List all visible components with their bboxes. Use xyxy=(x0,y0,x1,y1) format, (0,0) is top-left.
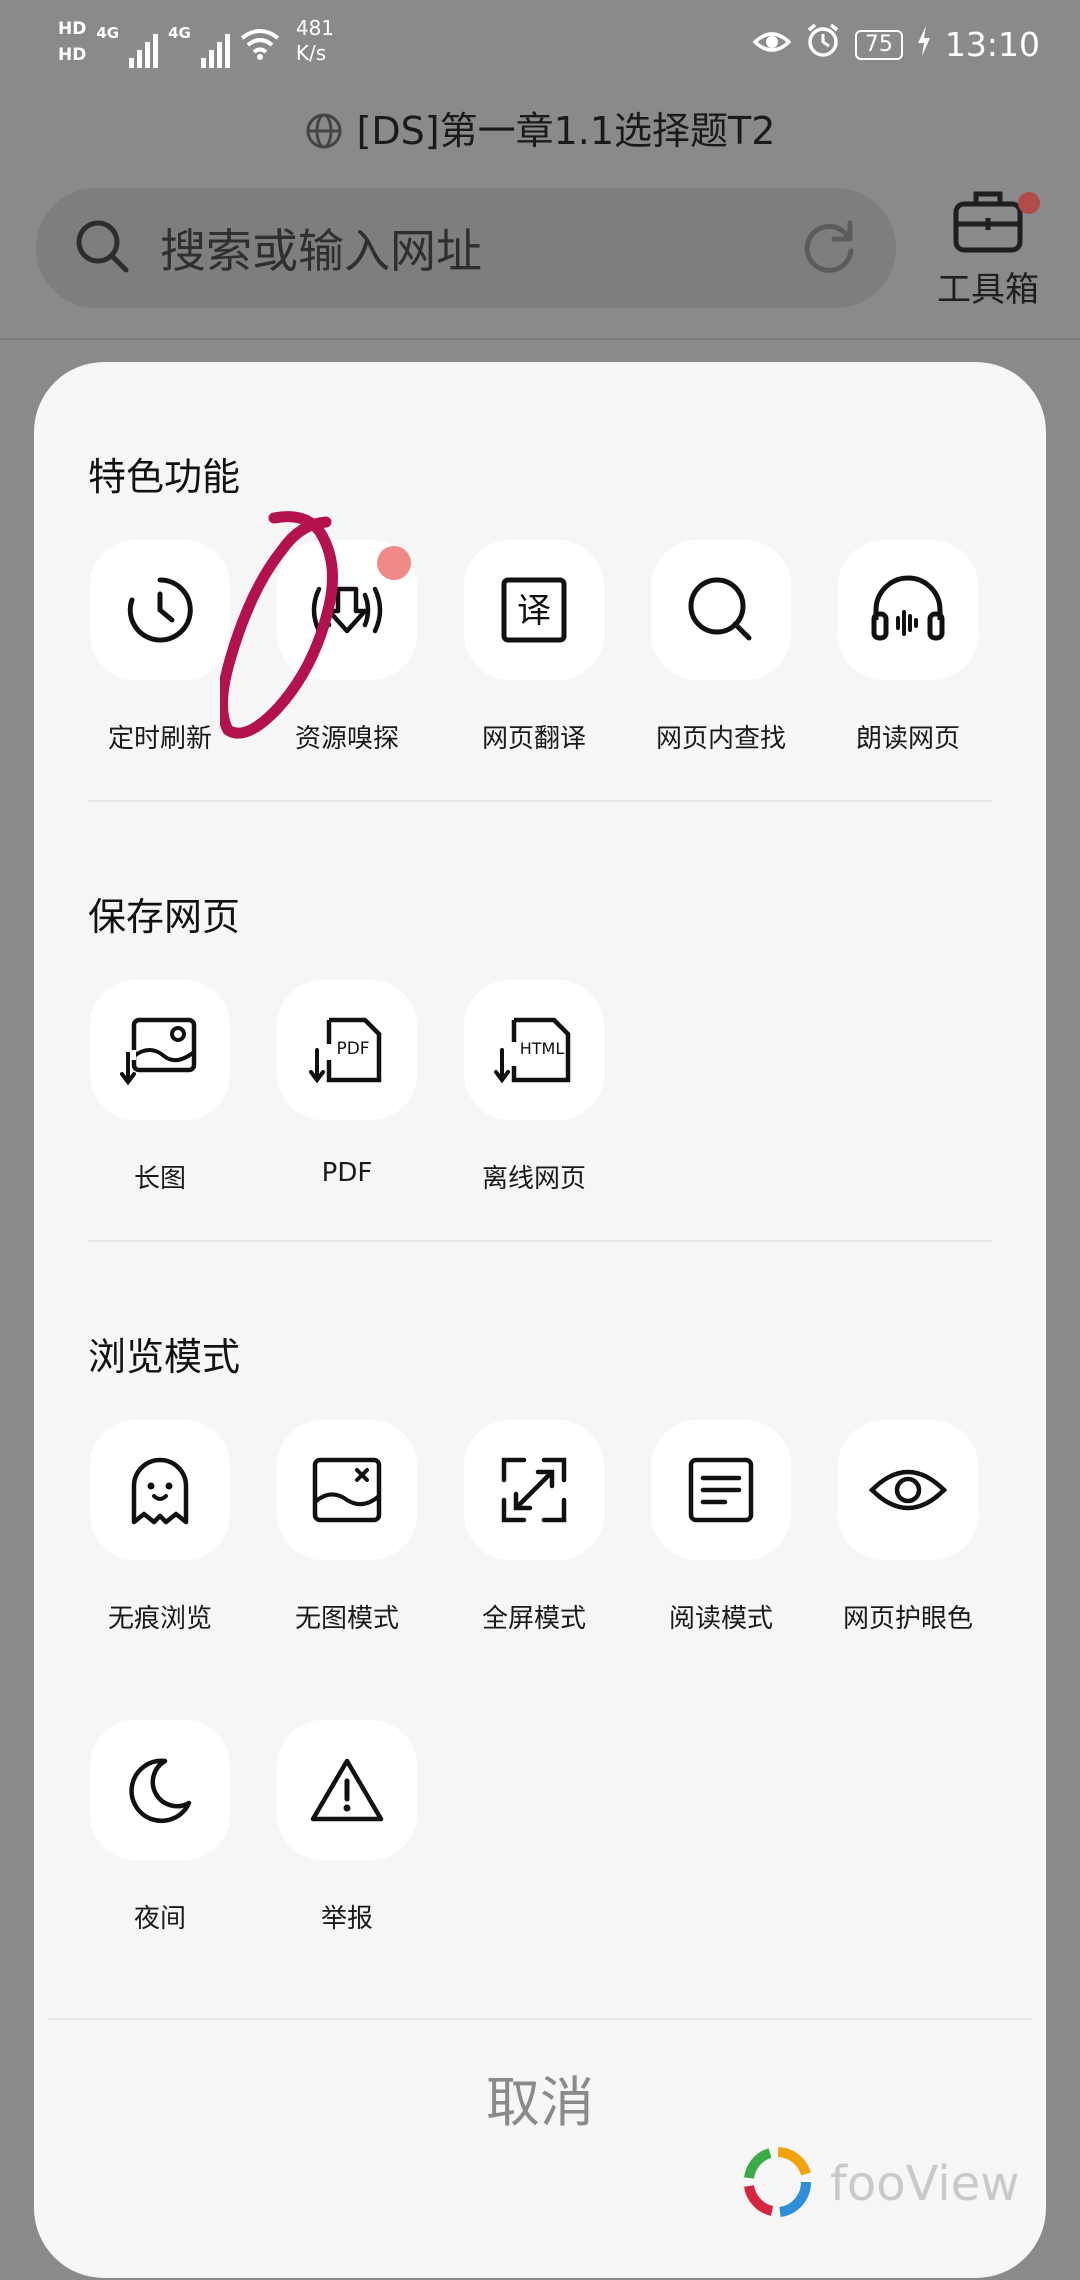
section-title-save: 保存网页 xyxy=(88,895,241,939)
find-in-page-button[interactable]: 网页内查找 xyxy=(649,540,793,755)
long-image-icon xyxy=(90,980,230,1120)
toolbox-icon xyxy=(950,191,1026,260)
reader-mode-button[interactable]: 阅读模式 xyxy=(649,1420,793,1635)
headphones-icon xyxy=(838,540,978,680)
background-divider xyxy=(0,338,1080,340)
no-image-button[interactable]: 无图模式 xyxy=(275,1420,419,1635)
search-input[interactable]: 搜索或输入网址 xyxy=(160,215,798,281)
eye-comfort-icon xyxy=(752,25,792,65)
offline-page-button[interactable]: HTML 离线网页 xyxy=(462,980,606,1195)
translate-label: 网页翻译 xyxy=(481,724,586,754)
net-speed-unit: K/s xyxy=(295,41,327,65)
address-bar[interactable]: 搜索或输入网址 xyxy=(36,188,896,308)
reader-mode-label: 阅读模式 xyxy=(668,1604,773,1634)
alarm-icon xyxy=(805,22,841,67)
eye-care-button[interactable]: 网页护眼色 xyxy=(836,1420,980,1635)
translate-button[interactable]: 译 网页翻译 xyxy=(462,540,606,755)
fullscreen-icon xyxy=(464,1420,604,1560)
section-divider xyxy=(88,800,992,802)
refresh-icon[interactable] xyxy=(798,215,860,281)
timer-refresh-icon xyxy=(90,540,230,680)
pdf-glyph: PDF xyxy=(336,1039,369,1059)
clock: 13:10 xyxy=(944,25,1040,64)
network-type-1: 4G xyxy=(96,24,120,42)
night-mode-label: 夜间 xyxy=(133,1904,186,1934)
eye-icon xyxy=(838,1420,978,1560)
hd2-indicator: HD xyxy=(58,45,87,65)
hd1-indicator: HD xyxy=(58,19,87,39)
find-in-page-icon xyxy=(651,540,791,680)
long-image-label: 长图 xyxy=(133,1164,186,1194)
timer-refresh-label: 定时刷新 xyxy=(107,724,212,754)
network-type-2: 4G xyxy=(168,24,191,42)
pdf-button[interactable]: PDF PDF xyxy=(275,980,419,1188)
resource-sniff-label: 资源嗅探 xyxy=(294,724,399,754)
fullscreen-button[interactable]: 全屏模式 xyxy=(462,1420,606,1635)
translate-icon: 译 xyxy=(464,540,604,680)
html-offline-icon: HTML xyxy=(464,980,604,1120)
watermark-text: fooView xyxy=(830,2156,1020,2212)
signal-icon-2 xyxy=(200,28,230,68)
section-divider xyxy=(88,1240,992,1242)
battery-icon: 75 xyxy=(854,29,903,60)
long-image-button[interactable]: 长图 xyxy=(88,980,232,1195)
fullscreen-label: 全屏模式 xyxy=(481,1604,586,1634)
globe-icon xyxy=(305,112,343,159)
page-title-text: [DS]第一章1.1选择题T2 xyxy=(356,109,776,153)
eye-care-label: 网页护眼色 xyxy=(842,1604,973,1634)
no-image-label: 无图模式 xyxy=(294,1604,399,1634)
signal-icon-1 xyxy=(129,28,159,68)
page-title: [DS]第一章1.1选择题T2 xyxy=(0,100,1080,159)
toolbox-notification-dot xyxy=(1018,192,1040,214)
fooview-logo-icon xyxy=(740,2144,816,2224)
section-title-browse: 浏览模式 xyxy=(88,1335,241,1379)
incognito-button[interactable]: 无痕浏览 xyxy=(88,1420,232,1635)
reader-mode-icon xyxy=(651,1420,791,1560)
wifi-icon xyxy=(240,28,280,68)
night-mode-button[interactable]: 夜间 xyxy=(88,1720,232,1935)
net-speed-value: 481 xyxy=(295,16,335,40)
pdf-label: PDF xyxy=(321,1158,373,1188)
warning-icon xyxy=(277,1720,417,1860)
offline-page-label: 离线网页 xyxy=(481,1164,586,1194)
toolbox-label: 工具箱 xyxy=(937,270,1039,310)
tools-sheet: 特色功能 定时刷新 资源嗅探 译 网页翻译 网页内查找 朗读网页 保存网页 长图… xyxy=(34,362,1046,2278)
report-label: 举报 xyxy=(320,1904,373,1934)
fooview-watermark: fooView xyxy=(740,2144,1020,2224)
find-in-page-label: 网页内查找 xyxy=(655,724,786,754)
ghost-icon xyxy=(90,1420,230,1560)
report-button[interactable]: 举报 xyxy=(275,1720,419,1935)
toolbox-button[interactable]: 工具箱 xyxy=(928,186,1048,311)
translate-glyph: 译 xyxy=(517,591,551,631)
section-title-featured: 特色功能 xyxy=(88,455,241,499)
new-badge xyxy=(377,546,411,580)
moon-icon xyxy=(90,1720,230,1860)
pdf-icon: PDF xyxy=(277,980,417,1120)
html-glyph: HTML xyxy=(520,1039,565,1058)
charging-icon xyxy=(917,25,931,65)
incognito-label: 无痕浏览 xyxy=(107,1604,212,1634)
status-bar: HD HD 4G 4G 481 K/s 75 13:10 xyxy=(0,0,1080,96)
cancel-divider xyxy=(48,2018,1032,2020)
no-image-icon xyxy=(277,1420,417,1560)
read-aloud-label: 朗读网页 xyxy=(855,724,960,754)
read-aloud-button[interactable]: 朗读网页 xyxy=(836,540,980,755)
search-icon xyxy=(72,216,132,280)
timer-refresh-button[interactable]: 定时刷新 xyxy=(88,540,232,755)
